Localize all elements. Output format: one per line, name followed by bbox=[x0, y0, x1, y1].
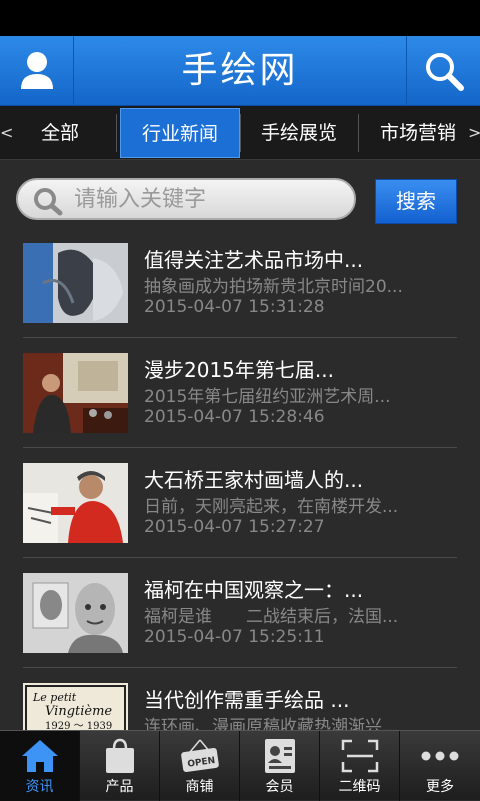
news-date: 2015-04-07 15:27:27 bbox=[144, 517, 325, 537]
thumb-text: 1929 ～ 1939 bbox=[45, 721, 112, 730]
user-button[interactable] bbox=[0, 36, 74, 106]
more-dots-icon bbox=[421, 751, 459, 761]
list-divider bbox=[23, 337, 457, 338]
nav-qrcode[interactable]: 二维码 bbox=[320, 731, 400, 801]
nav-label: 商铺 bbox=[185, 779, 214, 795]
list-divider bbox=[23, 557, 457, 558]
app-header: 手绘网 bbox=[0, 36, 480, 106]
news-summary: 日前，天刚亮起来，在南楼开发... bbox=[144, 497, 399, 516]
home-icon bbox=[21, 740, 58, 772]
news-thumbnail: Le petit Vingtième 1929 ～ 1939 bbox=[23, 683, 128, 730]
open-sign-icon: OPEN bbox=[180, 739, 219, 773]
search-bar: 搜索 bbox=[0, 160, 480, 232]
list-divider bbox=[23, 667, 457, 668]
member-card-icon bbox=[264, 739, 295, 773]
nav-products[interactable]: 产品 bbox=[80, 731, 160, 801]
thumb-text: Le petit bbox=[32, 691, 77, 704]
category-tabs: < 全部 行业新闻 手绘展览 市场营销 > bbox=[0, 106, 480, 160]
nav-label: 会员 bbox=[265, 779, 294, 795]
nav-label: 更多 bbox=[426, 779, 454, 795]
shopping-bag-icon bbox=[105, 738, 134, 773]
news-summary: 连环画、漫画原稿收藏热潮渐兴... bbox=[144, 717, 399, 730]
news-date: 2015-04-07 15:28:46 bbox=[144, 407, 325, 427]
tab-exhibition[interactable]: 手绘展览 bbox=[241, 108, 357, 158]
tab-marketing[interactable]: 市场营销 bbox=[360, 108, 476, 158]
news-title: 当代创作需重手绘品 ... bbox=[144, 688, 350, 712]
tabs-left-arrow[interactable]: < bbox=[0, 106, 13, 160]
search-field bbox=[16, 178, 356, 220]
nav-label: 二维码 bbox=[338, 779, 381, 795]
news-thumbnail bbox=[23, 463, 128, 543]
news-summary: 福柯是谁 二战结束后，法国... bbox=[144, 607, 399, 626]
news-title: 大石桥王家村画墙人的... bbox=[144, 468, 364, 492]
thumb-text: Vingtième bbox=[45, 704, 112, 719]
news-title: 福柯在中国观察之一：... bbox=[144, 578, 364, 602]
header-search-button[interactable] bbox=[406, 36, 480, 106]
tab-divider bbox=[358, 114, 359, 152]
nav-shops[interactable]: OPEN 商铺 bbox=[160, 731, 240, 801]
nav-label: 产品 bbox=[105, 779, 134, 795]
nav-members[interactable]: 会员 bbox=[240, 731, 320, 801]
tab-industry-news[interactable]: 行业新闻 bbox=[120, 108, 240, 158]
tabs-right-arrow[interactable]: > bbox=[468, 106, 480, 160]
news-title: 值得关注艺术品市场中... bbox=[144, 248, 364, 272]
news-date: 2015-04-07 15:31:28 bbox=[144, 297, 325, 317]
qr-scan-icon bbox=[341, 739, 378, 773]
news-item[interactable]: Le petit Vingtième 1929 ～ 1939 当代创作需重手绘品… bbox=[0, 683, 480, 730]
tab-all[interactable]: 全部 bbox=[14, 108, 106, 158]
nav-news[interactable]: 资讯 bbox=[0, 731, 80, 801]
magnifier-icon bbox=[34, 188, 63, 216]
news-date: 2015-04-07 15:25:11 bbox=[144, 627, 325, 647]
bottom-navigation: 资讯 产品 OPEN 商铺 会员 二维码 更多 bbox=[0, 730, 480, 801]
search-button[interactable]: 搜索 bbox=[375, 179, 457, 224]
news-thumbnail bbox=[23, 243, 128, 323]
tab-divider bbox=[116, 114, 117, 152]
news-summary: 2015年第七届纽约亚洲艺术周... bbox=[144, 387, 391, 406]
news-thumbnail bbox=[23, 573, 128, 653]
status-bar bbox=[0, 0, 480, 36]
news-thumbnail bbox=[23, 353, 128, 433]
news-title: 漫步2015年第七届... bbox=[144, 358, 334, 382]
search-input[interactable] bbox=[74, 184, 344, 214]
nav-more[interactable]: 更多 bbox=[400, 731, 480, 801]
nav-label: 资讯 bbox=[25, 779, 54, 795]
search-icon bbox=[425, 53, 464, 91]
news-summary: 抽象画成为拍场新贵北京时间20... bbox=[144, 277, 403, 296]
app-title: 手绘网 bbox=[181, 50, 299, 91]
list-divider bbox=[23, 447, 457, 448]
user-icon bbox=[20, 52, 53, 89]
